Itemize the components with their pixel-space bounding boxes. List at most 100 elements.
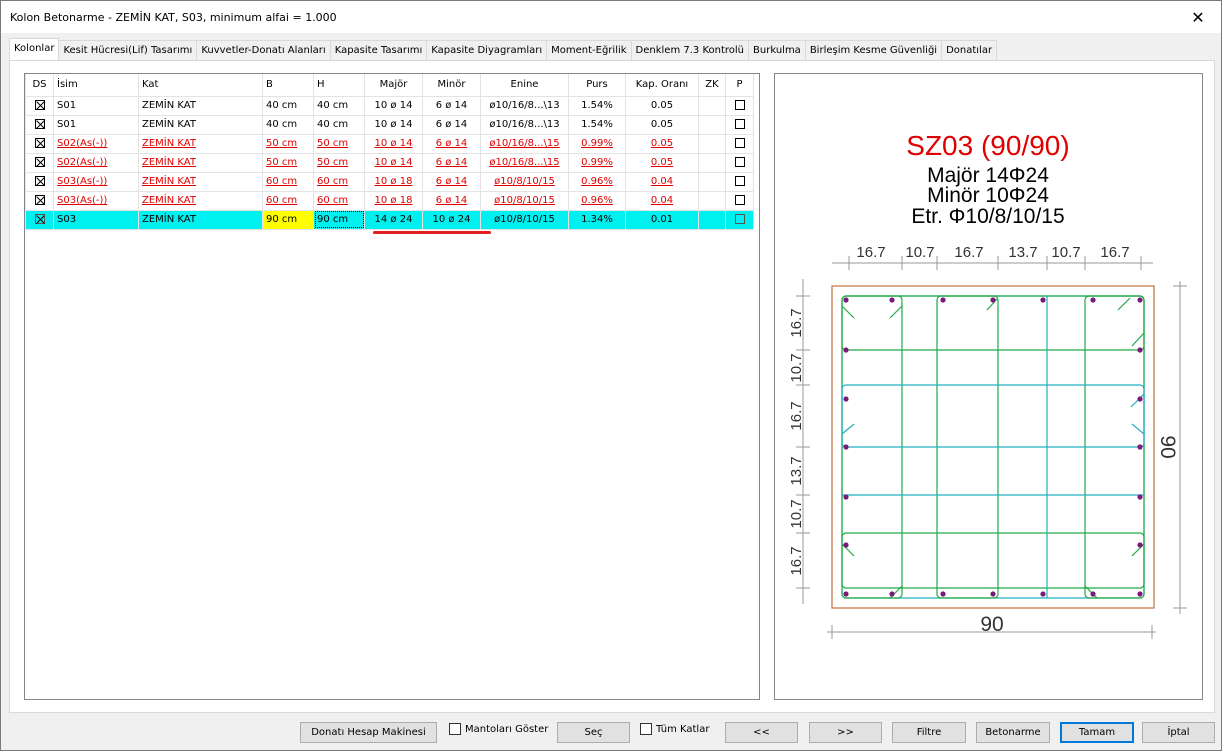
table-row[interactable]: S03(As(-)) ZEMİN KAT 60 cm 60 cm 10 ø 18… [25, 190, 754, 211]
cell-b[interactable]: 60 cm [262, 190, 314, 211]
cell-purs[interactable]: 0.96% [568, 171, 626, 192]
ok-button[interactable]: Tamam [1060, 722, 1134, 743]
cell-isim[interactable]: S02(As(-)) [53, 133, 139, 154]
column-grid[interactable]: DS İsim Kat B H Majör Minör Enine Purs K… [24, 73, 760, 700]
cell-purs[interactable]: 0.99% [568, 133, 626, 154]
cancel-button[interactable]: İptal [1142, 722, 1215, 743]
cell-isim[interactable]: S02(As(-)) [53, 152, 139, 173]
previous-button[interactable]: << [725, 722, 798, 743]
cell-major[interactable]: 10 ø 14 [364, 152, 423, 173]
ds-checkbox[interactable] [25, 152, 54, 173]
table-row[interactable]: S02(As(-)) ZEMİN KAT 50 cm 50 cm 10 ø 14… [25, 133, 754, 154]
cell-minor[interactable]: 6 ø 14 [422, 133, 481, 154]
ds-checkbox[interactable] [25, 171, 54, 192]
cell-kap[interactable]: 0.04 [625, 190, 699, 211]
rebar-calculator-button[interactable]: Donatı Hesap Makinesi [300, 722, 437, 743]
col-header-ds[interactable]: DS [25, 74, 54, 97]
tab-birlesim[interactable]: Birleşim Kesme Güvenliği [804, 40, 943, 60]
cell-purs[interactable]: 0.99% [568, 152, 626, 173]
p-checkbox[interactable] [725, 133, 754, 154]
top-dim-4: 13.7 [1008, 244, 1037, 261]
next-button[interactable]: >> [809, 722, 882, 743]
ds-checkbox[interactable] [25, 190, 54, 211]
p-checkbox[interactable] [725, 190, 754, 211]
col-header-purs[interactable]: Purs [568, 74, 626, 97]
cell-kap[interactable]: 0.05 [625, 152, 699, 173]
left-dim-1: 16.7 [788, 308, 805, 337]
cell-isim[interactable]: S03(As(-)) [53, 171, 139, 192]
col-header-isim[interactable]: İsim [53, 74, 139, 97]
tab-kuvvetler[interactable]: Kuvvetler-Donatı Alanları [196, 40, 331, 60]
cell-minor[interactable]: 6 ø 14 [422, 152, 481, 173]
cell-major[interactable]: 10 ø 18 [364, 171, 423, 192]
all-floors-checkbox[interactable]: Tüm Katlar [640, 723, 709, 735]
table-row[interactable]: S03(As(-)) ZEMİN KAT 60 cm 60 cm 10 ø 18… [25, 171, 754, 192]
tab-burkulma[interactable]: Burkulma [748, 40, 806, 60]
cell-h[interactable]: 60 cm [313, 190, 365, 211]
table-row-selected[interactable]: S03 ZEMİN KAT 90 cm 90 cm 14 ø 24 10 ø 2… [25, 209, 754, 230]
cell-purs[interactable]: 0.96% [568, 190, 626, 211]
col-header-major[interactable]: Majör [364, 74, 423, 97]
betonarme-button[interactable]: Betonarme [976, 722, 1050, 743]
p-checkbox[interactable] [725, 95, 754, 116]
p-checkbox[interactable] [725, 171, 754, 192]
col-header-kap-orani[interactable]: Kap. Oranı [625, 74, 699, 97]
tab-donatilar[interactable]: Donatılar [941, 40, 998, 60]
cell-major[interactable]: 10 ø 18 [364, 190, 423, 211]
cell-minor[interactable]: 6 ø 14 [422, 190, 481, 211]
p-checkbox[interactable] [725, 152, 754, 173]
table-row[interactable]: S01 ZEMİN KAT 40 cm 40 cm 10 ø 14 6 ø 14… [25, 95, 754, 116]
select-button[interactable]: Seç [557, 722, 630, 743]
close-button[interactable]: ✕ [1175, 1, 1221, 33]
tab-kolonlar[interactable]: Kolonlar [9, 38, 60, 60]
cell-h[interactable]: 50 cm [313, 133, 365, 154]
ds-checkbox[interactable] [25, 133, 54, 154]
cell-kat[interactable]: ZEMİN KAT [138, 152, 263, 173]
cell-minor[interactable]: 6 ø 14 [422, 171, 481, 192]
tab-kapasite-diyagramlari[interactable]: Kapasite Diyagramları [426, 40, 548, 60]
cell-isim[interactable]: S03(As(-)) [53, 190, 139, 211]
cell-major[interactable]: 10 ø 14 [364, 133, 423, 154]
cell-h[interactable]: 60 cm [313, 171, 365, 192]
cell-b[interactable]: 50 cm [262, 152, 314, 173]
cell-enine[interactable]: ø10/8/10/15 [480, 190, 569, 211]
col-header-p[interactable]: P [725, 74, 754, 97]
col-header-zk[interactable]: ZK [698, 74, 726, 97]
left-dim-4: 13.7 [788, 456, 805, 485]
filter-button[interactable]: Filtre [892, 722, 966, 743]
col-header-minor[interactable]: Minör [422, 74, 481, 97]
ds-checkbox[interactable] [25, 114, 54, 135]
tab-kesit-hucresi[interactable]: Kesit Hücresi(Lif) Tasarımı [58, 40, 198, 60]
show-jackets-checkbox[interactable]: Mantoları Göster [449, 723, 548, 735]
cell-kap[interactable]: 0.05 [625, 133, 699, 154]
cell-enine[interactable]: ø10/8/10/15 [480, 171, 569, 192]
cell-isim: S01 [53, 95, 139, 116]
table-row[interactable]: S02(As(-)) ZEMİN KAT 50 cm 50 cm 10 ø 14… [25, 152, 754, 173]
col-header-h[interactable]: H [313, 74, 365, 97]
cell-enine[interactable]: ø10/16/8...\15 [480, 152, 569, 173]
tab-kapasite-tasarimi[interactable]: Kapasite Tasarımı [329, 40, 428, 60]
col-header-enine[interactable]: Enine [480, 74, 569, 97]
cell-kap[interactable]: 0.04 [625, 171, 699, 192]
tab-page-kolonlar: DS İsim Kat B H Majör Minör Enine Purs K… [9, 60, 1215, 713]
cell-b[interactable]: 60 cm [262, 171, 314, 192]
minor-label: Minör 10Φ24 [927, 184, 1049, 207]
table-row[interactable]: S01 ZEMİN KAT 40 cm 40 cm 10 ø 14 6 ø 14… [25, 114, 754, 135]
left-dim-3: 16.7 [788, 401, 805, 430]
tab-moment-egrilik[interactable]: Moment-Eğrilik [546, 40, 632, 60]
ds-checkbox[interactable] [25, 209, 54, 230]
cell-kat[interactable]: ZEMİN KAT [138, 171, 263, 192]
ds-checkbox[interactable] [25, 95, 54, 116]
p-checkbox[interactable] [725, 114, 754, 135]
cell-kat[interactable]: ZEMİN KAT [138, 190, 263, 211]
cell-h[interactable]: 50 cm [313, 152, 365, 173]
col-header-b[interactable]: B [262, 74, 314, 97]
height-label: 90 [1156, 435, 1179, 458]
cell-enine[interactable]: ø10/16/8...\15 [480, 133, 569, 154]
cell-b[interactable]: 50 cm [262, 133, 314, 154]
p-checkbox[interactable] [725, 209, 754, 230]
tab-denklem[interactable]: Denklem 7.3 Kontrolü [630, 40, 750, 60]
cell-major: 10 ø 14 [364, 114, 423, 135]
cell-kat[interactable]: ZEMİN KAT [138, 133, 263, 154]
col-header-kat[interactable]: Kat [138, 74, 263, 97]
